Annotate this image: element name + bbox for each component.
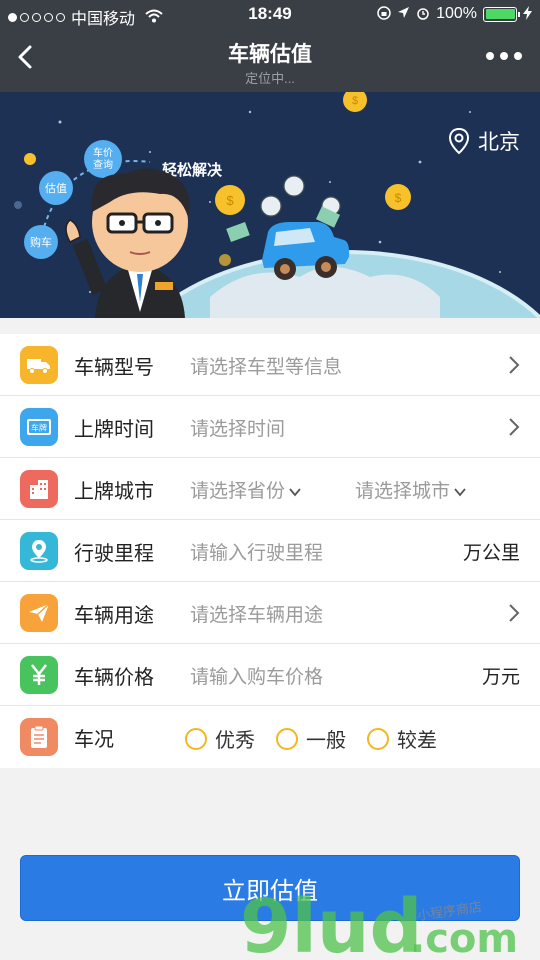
charging-icon <box>523 5 532 23</box>
page-title: 车辆估值 <box>228 43 312 66</box>
radio-circle-icon <box>367 727 389 750</box>
row-label: 车况 <box>74 729 114 751</box>
chevron-right-icon <box>509 356 520 374</box>
condition-option-average[interactable]: 一般 <box>276 724 346 753</box>
more-dot-icon <box>514 52 522 60</box>
row-condition: 车况 优秀 一般 较差 <box>0 706 540 768</box>
row-mileage[interactable]: 行驶里程 请输入行驶里程 万公里 <box>0 520 540 582</box>
row-label: 车辆价格 <box>74 667 154 689</box>
chevron-down-icon <box>289 488 301 497</box>
battery-percent: 100% <box>436 5 477 22</box>
row-label: 车辆型号 <box>74 357 154 379</box>
battery-icon <box>483 6 520 22</box>
city-label: 北京 <box>478 131 520 154</box>
usage-placeholder: 请选择车辆用途 <box>190 605 324 626</box>
more-button[interactable] <box>486 52 522 60</box>
row-registration-city: 上牌城市 请选择省份 请选择城市 <box>0 458 540 520</box>
svg-text:$: $ <box>226 193 234 208</box>
price-input[interactable]: 请输入购车价格 <box>190 662 323 689</box>
price-unit: 万元 <box>481 667 520 688</box>
row-label: 上牌城市 <box>74 481 154 503</box>
radio-circle-icon <box>276 727 298 750</box>
location-pin-icon <box>448 128 470 154</box>
license-plate-icon: 车牌 <box>20 408 58 446</box>
row-label: 上牌时间 <box>74 419 154 441</box>
svg-text:查询: 查询 <box>93 158 113 171</box>
mileage-unit: 万公里 <box>462 543 520 564</box>
option-label: 较差 <box>397 730 437 752</box>
more-dot-icon <box>500 52 508 60</box>
more-dot-icon <box>486 52 494 60</box>
car-model-placeholder: 请选择车型等信息 <box>190 357 343 378</box>
location-arrow-icon <box>397 6 410 22</box>
status-right: 100% <box>377 5 532 23</box>
row-car-model[interactable]: 车辆型号 请选择车型等信息 <box>0 334 540 396</box>
nav-bar: 车辆估值 定位中... <box>0 30 540 92</box>
truck-icon <box>20 346 58 384</box>
city-placeholder: 请选择城市 <box>355 481 451 502</box>
mileage-input[interactable]: 请输入行驶里程 <box>190 538 323 565</box>
row-price[interactable]: 车辆价格 请输入购车价格 万元 <box>0 644 540 706</box>
chevron-right-icon <box>509 604 520 622</box>
building-icon <box>20 470 58 508</box>
watermark-brand: 9lud <box>240 884 423 960</box>
province-placeholder: 请选择省份 <box>190 481 286 502</box>
chevron-down-icon <box>454 488 466 497</box>
svg-text:$: $ <box>395 191 402 205</box>
option-label: 一般 <box>306 730 346 752</box>
location-selector[interactable]: 北京 <box>448 126 520 156</box>
condition-option-poor[interactable]: 较差 <box>367 724 437 753</box>
svg-text:$: $ <box>352 95 358 107</box>
status-bar: 中国移动 18:49 100% <box>0 0 540 30</box>
row-registration-date[interactable]: 车牌 上牌时间 请选择时间 <box>0 396 540 458</box>
svg-text:车价: 车价 <box>93 146 113 159</box>
valuation-form: 车辆型号 请选择车型等信息 车牌 上牌时间 请选择时间 上牌城市 请选择省份 请… <box>0 334 540 768</box>
row-label: 车辆用途 <box>74 605 154 627</box>
row-label: 行驶里程 <box>74 543 154 565</box>
alarm-icon <box>416 6 430 23</box>
clipboard-icon <box>20 718 58 756</box>
registration-date-placeholder: 请选择时间 <box>190 419 286 440</box>
province-select[interactable]: 请选择省份 <box>190 476 301 503</box>
option-label: 优秀 <box>215 730 255 752</box>
condition-option-excellent[interactable]: 优秀 <box>185 724 255 753</box>
watermark: 9lud .com 小程序商店 <box>240 880 530 960</box>
top-bar: 中国移动 18:49 100% 车辆估值 定位中... <box>0 0 540 92</box>
banner[interactable]: $ $ $ 车价 查询 估值 购车 轻松解决 北京 <box>0 92 540 318</box>
paper-plane-icon <box>20 594 58 632</box>
map-pin-icon <box>20 532 58 570</box>
page-subtitle: 定位中... <box>245 71 295 86</box>
chevron-right-icon <box>509 418 520 436</box>
svg-text:估值: 估值 <box>45 182 67 195</box>
yuan-icon <box>20 656 58 694</box>
row-usage[interactable]: 车辆用途 请选择车辆用途 <box>0 582 540 644</box>
city-select[interactable]: 请选择城市 <box>355 476 466 503</box>
radio-circle-icon <box>185 727 207 750</box>
orientation-lock-icon <box>377 5 391 23</box>
svg-text:购车: 购车 <box>30 235 52 249</box>
plate-badge-label: 车牌 <box>31 423 47 433</box>
